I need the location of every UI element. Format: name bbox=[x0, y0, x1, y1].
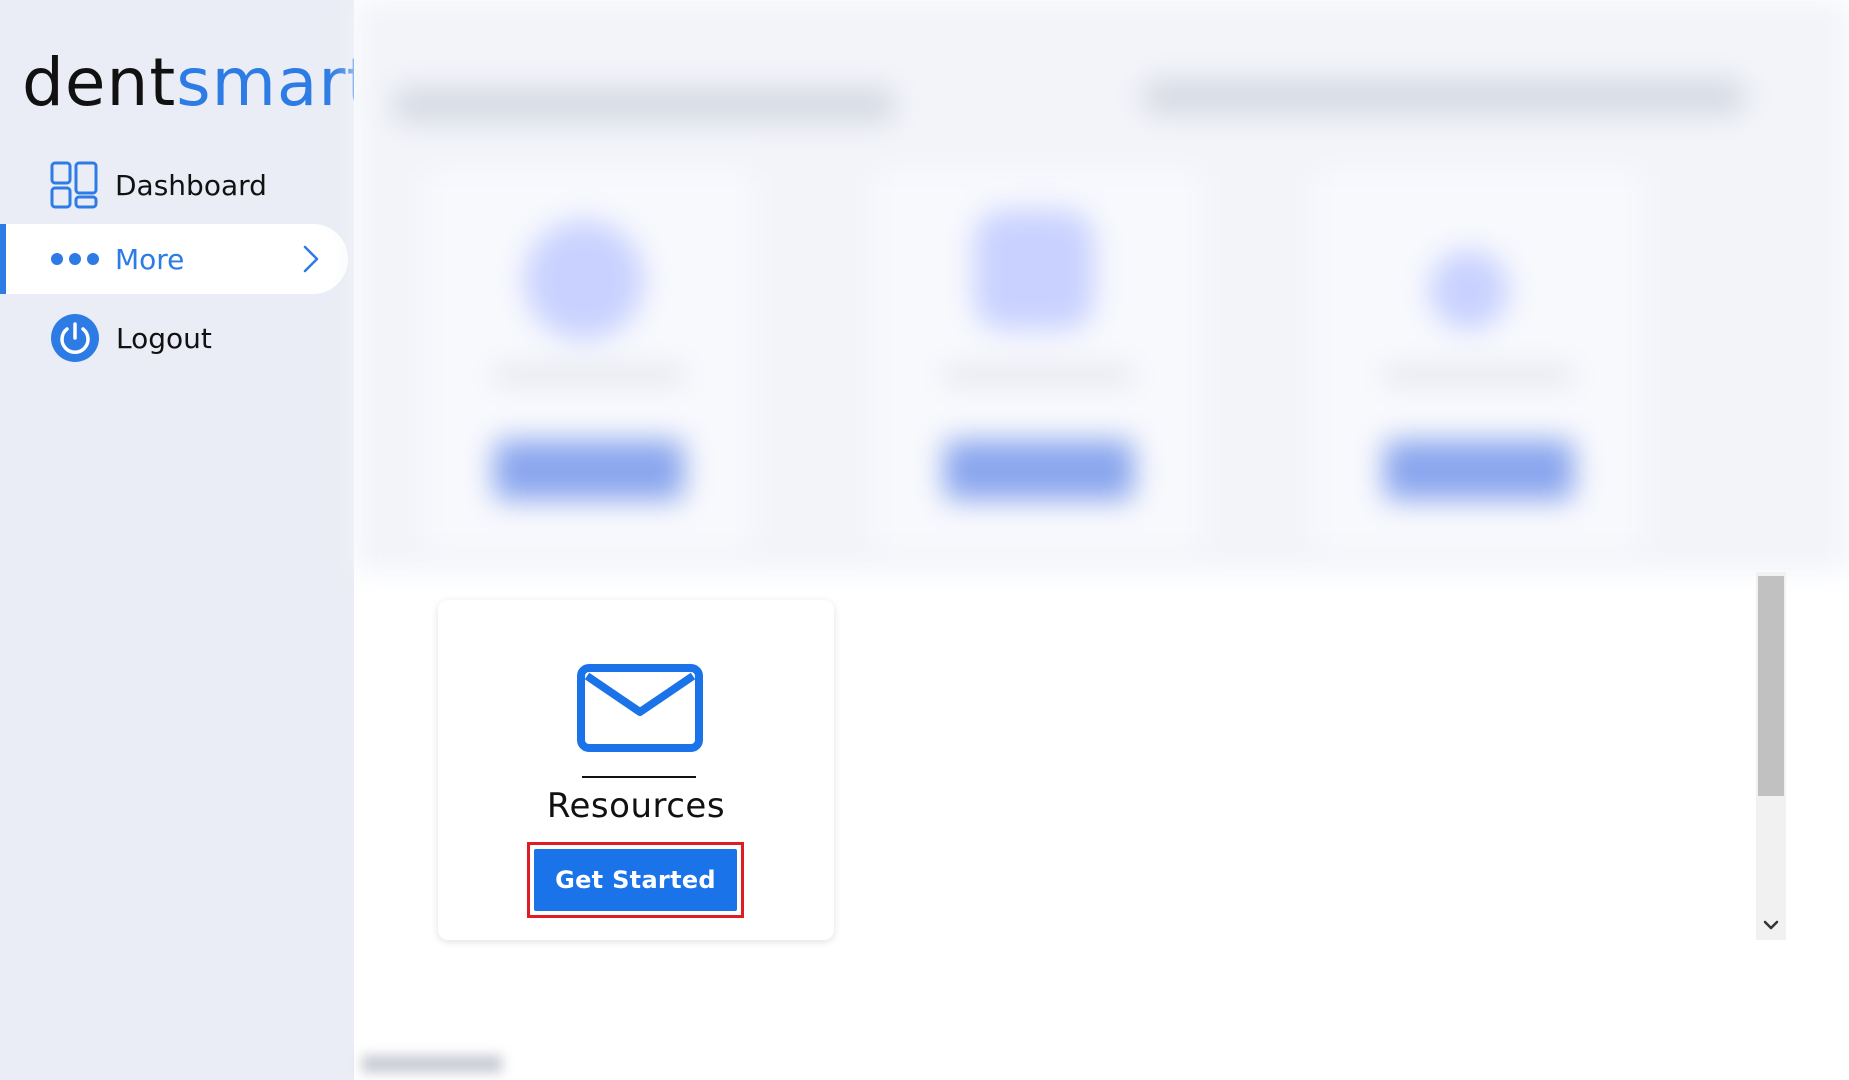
scrollbar[interactable] bbox=[1756, 572, 1786, 940]
blurred-button bbox=[1384, 440, 1574, 500]
blurred-card bbox=[874, 170, 1204, 550]
main-content: Resources Get Started bbox=[354, 0, 1849, 1080]
dots-icon bbox=[50, 252, 100, 266]
blurred-header-right bbox=[1144, 80, 1744, 114]
blurred-line bbox=[944, 370, 1134, 380]
sidebar: dentsmart Dashboard More Logout bbox=[0, 0, 372, 1080]
power-icon bbox=[50, 313, 100, 363]
blurred-button bbox=[944, 440, 1134, 500]
mail-icon bbox=[577, 664, 703, 756]
chevron-right-icon bbox=[302, 244, 320, 281]
sidebar-item-logout[interactable]: Logout bbox=[0, 303, 340, 373]
sidebar-item-more[interactable]: More bbox=[0, 224, 348, 294]
brand-logo-part2: smart bbox=[176, 44, 374, 121]
blurred-icon bbox=[524, 220, 644, 340]
blurred-card bbox=[1314, 170, 1644, 550]
sidebar-item-dashboard[interactable]: Dashboard bbox=[0, 150, 340, 220]
chevron-down-icon[interactable] bbox=[1762, 916, 1780, 934]
get-started-highlight: Get Started bbox=[527, 842, 744, 918]
brand-logo[interactable]: dentsmart bbox=[22, 50, 373, 116]
blurred-background bbox=[354, 0, 1849, 572]
scroll-thumb[interactable] bbox=[1758, 576, 1784, 796]
blurred-icon bbox=[974, 210, 1094, 330]
get-started-button[interactable]: Get Started bbox=[534, 849, 737, 911]
blurred-card bbox=[424, 170, 754, 550]
card-title: Resources bbox=[546, 786, 726, 826]
blurred-header-left bbox=[394, 88, 894, 122]
dashboard-grid-icon bbox=[50, 161, 98, 209]
blurred-footer-text bbox=[362, 1055, 502, 1073]
sidebar-item-label: More bbox=[115, 242, 185, 276]
blurred-line bbox=[494, 370, 684, 380]
sidebar-item-label: Dashboard bbox=[115, 168, 267, 202]
brand-logo-part1: dent bbox=[22, 44, 177, 121]
blurred-button bbox=[494, 440, 684, 500]
sidebar-item-label: Logout bbox=[116, 321, 212, 355]
blurred-line bbox=[1384, 370, 1574, 380]
card-divider bbox=[582, 776, 696, 778]
blurred-icon bbox=[1429, 250, 1509, 330]
